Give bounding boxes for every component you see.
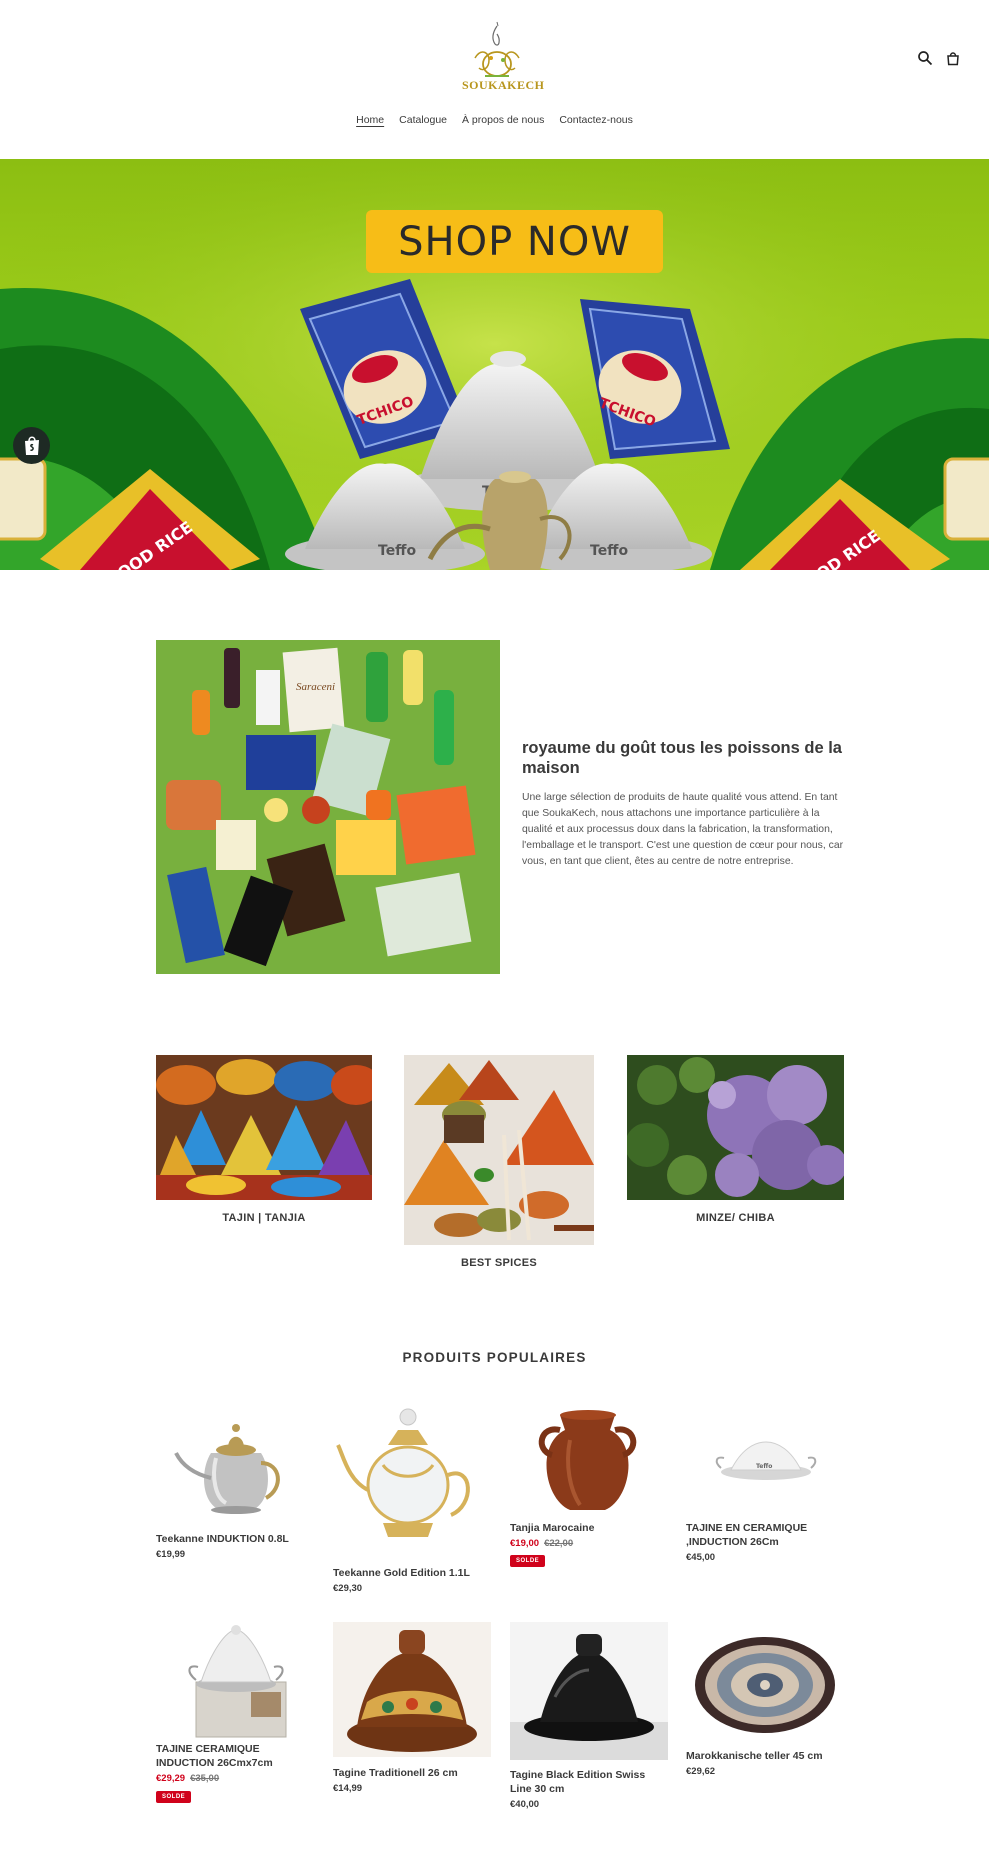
popular-products-title: PRODUITS POPULAIRES [402, 1350, 587, 1365]
product-price: €14,99 [333, 1783, 363, 1794]
svg-text:Teffo: Teffo [590, 543, 629, 559]
logo-text[interactable]: SOUKAKECH [462, 78, 544, 93]
product-price: €19,00 €22,00 [510, 1538, 573, 1549]
sale-price: €19,00 [510, 1538, 540, 1549]
search-icon[interactable] [917, 50, 933, 66]
collection-mint-image[interactable] [627, 1055, 844, 1200]
sale-badge: SOLDE [156, 1791, 192, 1803]
svg-text:Teffo: Teffo [378, 543, 417, 559]
side-bag-left-icon [0, 457, 47, 541]
product-title[interactable]: Teekanne INDUKTION 0.8L [156, 1533, 314, 1547]
compare-price: €35,00 [190, 1773, 220, 1784]
grocery-products-image: Saraceni [156, 640, 500, 974]
collection-mint-label[interactable]: MINZE/ CHIBA [627, 1212, 844, 1224]
svg-text:Saraceni: Saraceni [296, 681, 335, 693]
sale-price: €29,29 [156, 1773, 186, 1784]
nav-catalogue[interactable]: Catalogue [399, 114, 447, 126]
collection-spices-image[interactable] [404, 1055, 594, 1245]
product-image-tanjia[interactable] [510, 1405, 668, 1515]
shopify-badge[interactable] [13, 427, 50, 464]
product-price: €29,62 [686, 1766, 716, 1777]
header-icons [917, 50, 961, 66]
product-title[interactable]: TAJINE EN CERAMIQUE ,INDUCTION 26Cm [686, 1522, 844, 1549]
side-bag-right-icon [943, 457, 989, 541]
product-title[interactable]: Teekanne Gold Edition 1.1L [333, 1567, 491, 1581]
product-image-tagine-black[interactable] [510, 1622, 668, 1760]
product-title[interactable]: Tagine Traditionell 26 cm [333, 1767, 491, 1781]
product-price: €45,00 [686, 1552, 716, 1563]
product-image-tagine-traditionell[interactable] [333, 1622, 491, 1757]
collection-tajin-image[interactable] [156, 1055, 372, 1200]
product-price: €19,99 [156, 1549, 186, 1560]
iwt-title: royaume du goût tous les poissons de la … [522, 739, 842, 777]
product-price: €40,00 [510, 1799, 540, 1810]
site-header: SOUKAKECH Home Catalogue À propos de nou… [0, 0, 989, 159]
nav-home[interactable]: Home [356, 114, 384, 126]
shop-now-button[interactable]: SHOP NOW [366, 210, 663, 273]
product-title[interactable]: TAJINE CERAMIQUE INDUCTION 26Cmx7cm [156, 1743, 314, 1770]
product-image-plate[interactable] [686, 1630, 844, 1740]
product-image-tajine-ceramique-26[interactable]: Teffo [686, 1412, 844, 1512]
product-title[interactable]: Marokkanische teller 45 cm [686, 1750, 844, 1764]
collection-spices-label[interactable]: BEST SPICES [404, 1257, 594, 1269]
compare-price: €22,00 [544, 1538, 574, 1549]
svg-text:Teffo: Teffo [756, 1463, 772, 1470]
product-image-teapot-gold[interactable] [333, 1405, 491, 1545]
hero-banner[interactable]: TCHICO TCHICO Teffo Teffo Teffo [0, 159, 989, 570]
product-title[interactable]: Tagine Black Edition Swiss Line 30 cm [510, 1769, 668, 1796]
nav-contact[interactable]: Contactez-nous [559, 114, 633, 126]
shopify-bag-icon [24, 435, 39, 455]
nav-about[interactable]: À propos de nous [462, 114, 544, 126]
cart-icon[interactable] [945, 50, 961, 66]
product-price: €29,30 [333, 1583, 363, 1594]
collection-tajin-label[interactable]: TAJIN | TANJIA [156, 1212, 372, 1224]
product-image-teapot-induction[interactable] [156, 1408, 314, 1528]
product-title[interactable]: Tanjia Marocaine [510, 1522, 668, 1536]
main-nav: Home Catalogue À propos de nous Contacte… [0, 114, 989, 126]
product-image-tajine-ceramique-26x7[interactable] [156, 1622, 314, 1740]
sale-badge: SOLDE [510, 1555, 546, 1567]
iwt-body: Une large sélection de produits de haute… [522, 792, 844, 867]
product-price: €29,29 €35,00 [156, 1773, 219, 1784]
